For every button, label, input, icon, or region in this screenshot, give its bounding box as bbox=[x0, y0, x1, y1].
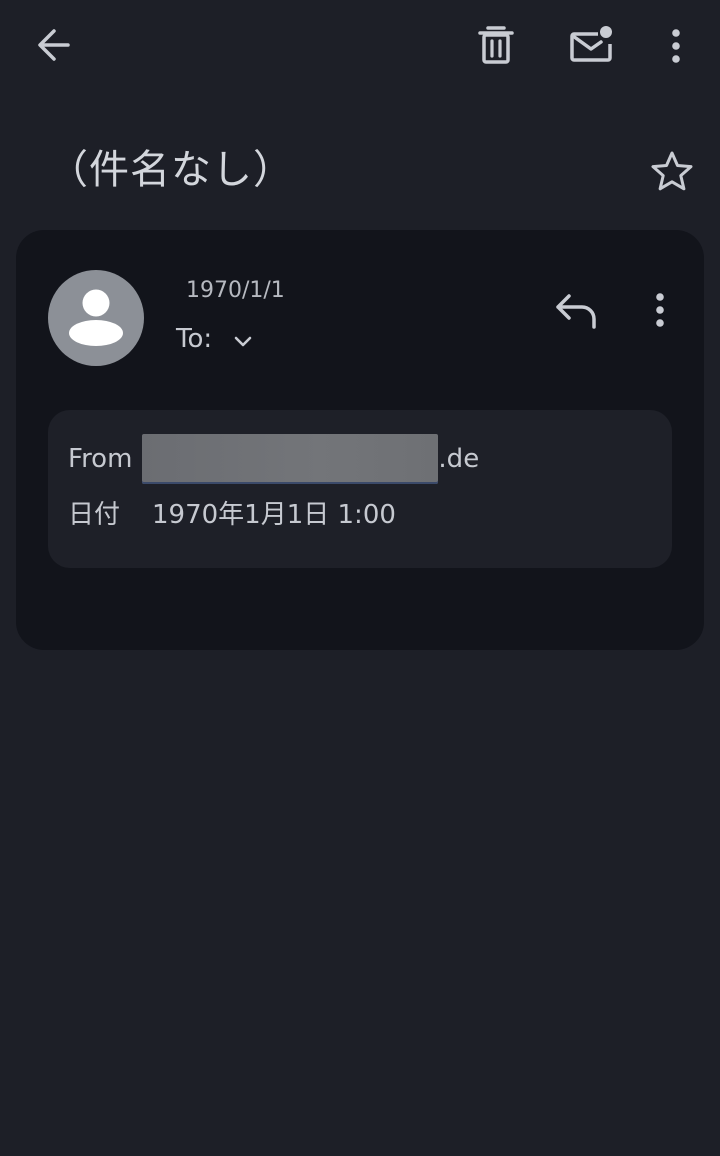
sender-domain-suffix: .de bbox=[438, 444, 480, 474]
from-label: From bbox=[68, 443, 133, 474]
date-value: 1970年1月1日 1:00 bbox=[152, 500, 396, 530]
recipients-toggle[interactable]: To: bbox=[176, 324, 212, 354]
mark-unread-icon[interactable] bbox=[564, 20, 620, 72]
message-details-panel: From .de 日付 1970年1月1日 1:00 bbox=[48, 410, 672, 568]
chevron-down-icon[interactable] bbox=[230, 328, 256, 354]
reply-icon[interactable] bbox=[552, 290, 602, 334]
person-icon bbox=[69, 289, 123, 346]
from-row: From .de bbox=[68, 434, 479, 484]
message-more-options-icon[interactable] bbox=[640, 286, 680, 334]
more-options-icon[interactable] bbox=[656, 20, 696, 72]
message-card: 1970/1/1 To: From .de 日付 1970年1月1日 1:00 bbox=[16, 230, 704, 650]
message-date: 1970/1/1 bbox=[186, 278, 285, 303]
date-row: 日付 1970年1月1日 1:00 bbox=[68, 494, 396, 531]
star-icon[interactable] bbox=[646, 146, 698, 198]
email-subject: （件名なし） bbox=[48, 147, 294, 193]
date-label: 日付 bbox=[68, 500, 121, 530]
trash-icon[interactable] bbox=[470, 20, 522, 72]
to-label: To: bbox=[176, 324, 213, 354]
redacted-sender-address bbox=[142, 434, 439, 484]
sender-avatar[interactable] bbox=[48, 270, 144, 366]
back-arrow-icon[interactable] bbox=[30, 22, 80, 70]
